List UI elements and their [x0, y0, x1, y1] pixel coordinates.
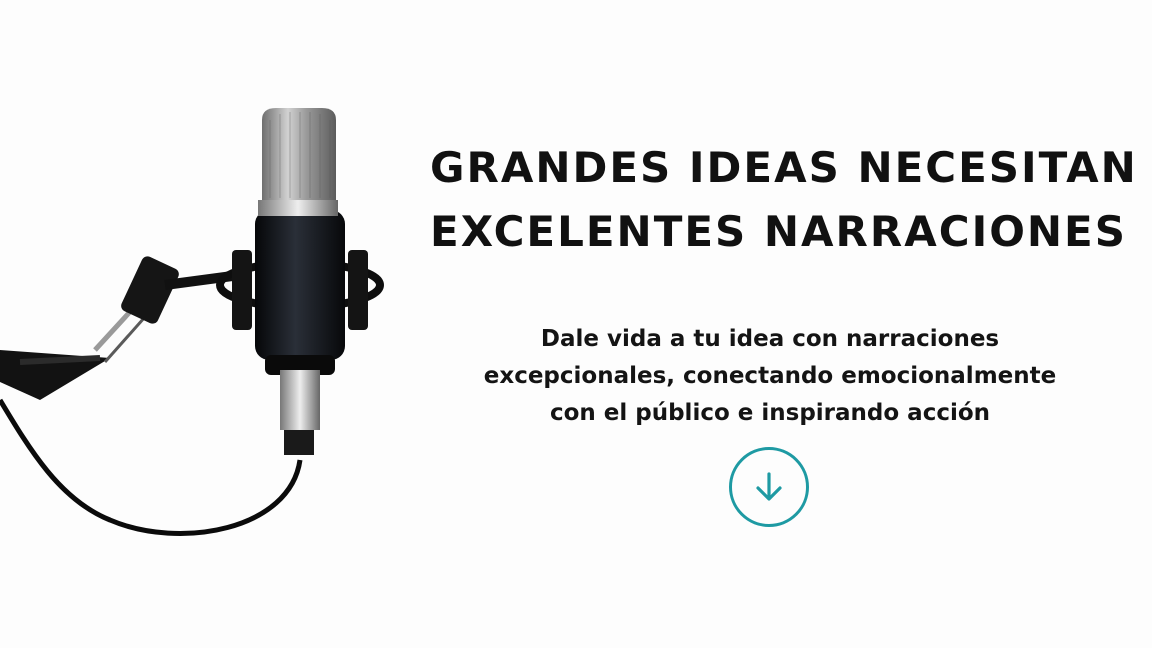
subtitle-line: Dale vida a tu idea con narraciones — [540, 326, 1000, 352]
scroll-down-button[interactable] — [729, 447, 809, 527]
page-title: GRANDES IDEAS NECESITAN EXCELENTES NARRA… — [430, 136, 1138, 264]
microphone-illustration — [0, 108, 384, 536]
title-line: EXCELENTES NARRACIONES — [430, 207, 1127, 256]
hero-section: GRANDES IDEAS NECESITAN EXCELENTES NARRA… — [0, 0, 1152, 648]
subtitle-line: con el público e inspirando acción — [549, 400, 991, 426]
subtitle-line: excepcionales, conectando emocionalmente — [483, 363, 1057, 389]
hero-subtitle: Dale vida a tu idea con narraciones exce… — [430, 321, 1110, 432]
microphone-image — [0, 100, 420, 560]
arrow-down-icon — [756, 472, 782, 501]
title-line: GRANDES IDEAS NECESITAN — [430, 143, 1138, 192]
